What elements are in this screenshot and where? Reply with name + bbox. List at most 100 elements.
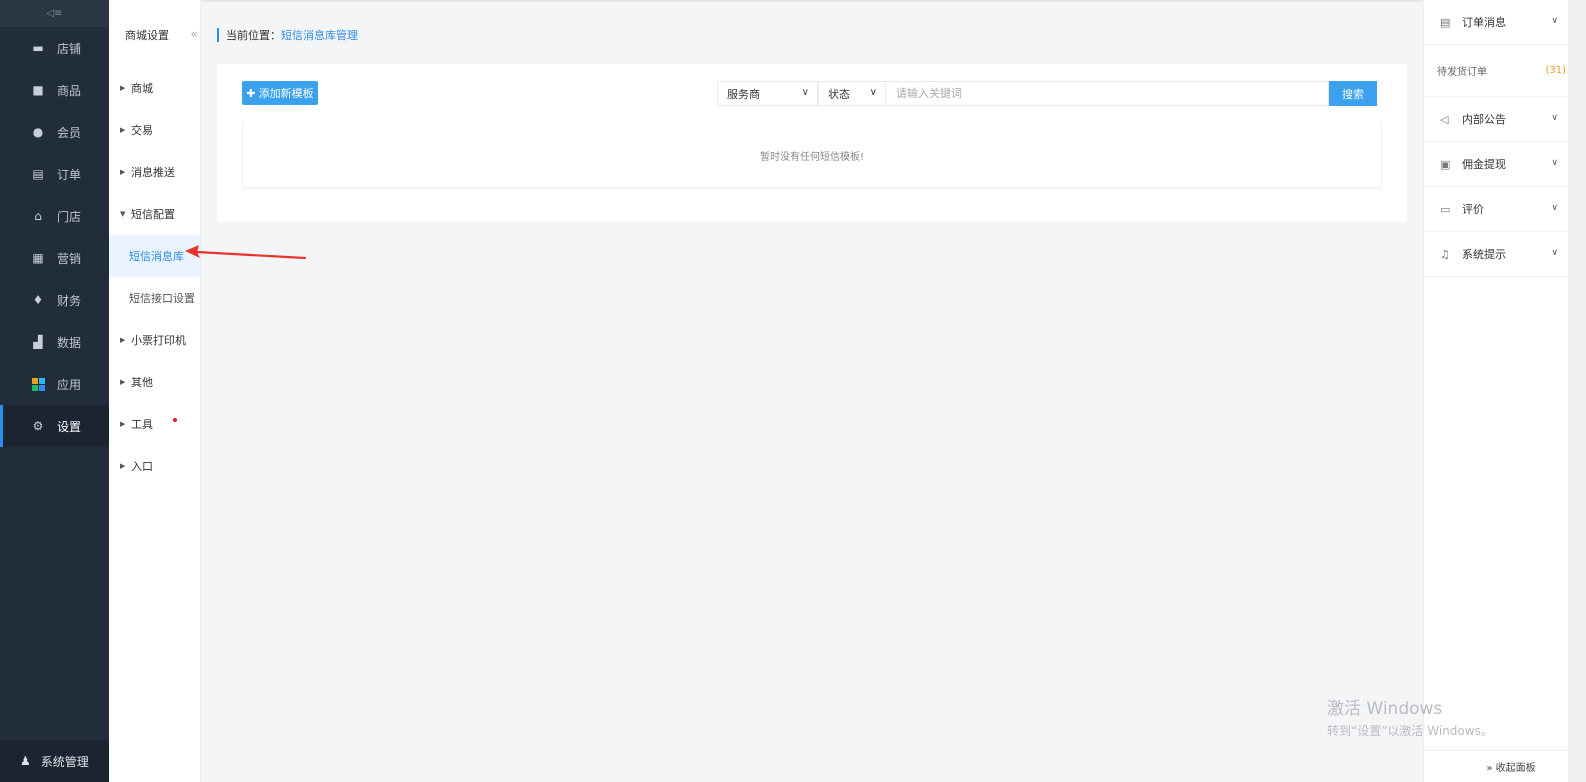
chevron-down-icon: ∨ — [869, 87, 877, 98]
bell-icon: ♫ — [1440, 247, 1450, 261]
member-icon: ● — [32, 125, 44, 139]
red-annotation-arrow — [185, 245, 307, 260]
status-select-value: 状态 — [828, 87, 850, 101]
submenu-group-entry[interactable]: ▶ 入口 — [109, 445, 200, 487]
admin-user-icon: ♟ — [20, 754, 31, 768]
submenu-group-label: 交易 — [131, 124, 153, 137]
windows-activation-watermark: 激活 Windows 转到“设置”以激活 Windows。 — [1327, 694, 1493, 739]
submenu-item-label: 短信接口设置 — [129, 292, 195, 305]
chevron-down-icon: ∨ — [1551, 248, 1558, 258]
chart-icon: ▟ — [33, 335, 43, 349]
nav-item-apps[interactable]: 应用 — [0, 363, 109, 405]
goods-icon: ■ — [32, 83, 44, 97]
nav-item-data[interactable]: ▟ 数据 — [0, 321, 109, 363]
chevron-down-icon: ∨ — [801, 87, 809, 98]
submenu-title: 商城设置 — [125, 29, 169, 42]
submenu-group-sms[interactable]: ▼ 短信配置 — [109, 193, 200, 235]
caret-down-icon: ▼ — [120, 210, 126, 218]
gift-icon: ▦ — [32, 251, 44, 265]
submenu-group-label: 消息推送 — [131, 166, 175, 179]
nav-item-settings[interactable]: ⚙ 设置 — [0, 405, 109, 447]
search-button[interactable]: 搜索 — [1329, 81, 1377, 106]
plus-icon: ✚ — [246, 86, 256, 100]
shop-icon: ⌂ — [34, 209, 42, 223]
template-panel: ✚添加新模板 服务商 ∨ 状态 ∨ 搜索 暂时没有任何短信模板! — [217, 64, 1407, 222]
nav-item-member[interactable]: ● 会员 — [0, 111, 109, 153]
pending-shipment-count: (31) — [1545, 65, 1566, 76]
nav-item-store[interactable]: ▬ 店铺 — [0, 27, 109, 69]
caret-right-icon: ▶ — [120, 168, 126, 176]
sidebar-collapse-button[interactable]: ◁≡ — [0, 0, 109, 27]
nav-label: 订单 — [57, 167, 82, 182]
nav-item-goods[interactable]: ■ 商品 — [0, 69, 109, 111]
page-scrollbar[interactable] — [1568, 0, 1586, 782]
submenu-group-push[interactable]: ▶ 消息推送 — [109, 151, 200, 193]
chevron-down-icon: ∨ — [1551, 158, 1558, 168]
keyword-search-input[interactable] — [885, 81, 1329, 106]
chevron-down-icon: ∨ — [1551, 16, 1558, 26]
provider-select-value: 服务商 — [727, 87, 760, 101]
pending-shipment-label: 待发货订单 — [1437, 67, 1487, 78]
submenu-group-tools[interactable]: ▶ 工具 — [109, 403, 200, 445]
nav-label: 设置 — [57, 419, 82, 434]
right-section-reviews[interactable]: ▭ 评价 ∨ — [1424, 187, 1568, 232]
settings-submenu: 商城设置 « ▶ 商城 ▶ 交易 ▶ 消息推送 ▼ 短信配置 短信消息库 短信接口设置 … — [109, 0, 201, 782]
nav-label: 数据 — [57, 335, 82, 350]
submenu-group-printer[interactable]: ▶ 小票打印机 — [109, 319, 200, 361]
nav-item-finance[interactable]: ♦ 财务 — [0, 279, 109, 321]
gear-icon: ⚙ — [32, 419, 44, 433]
right-section-commission[interactable]: ▣ 佣金提现 ∨ — [1424, 142, 1568, 187]
provider-select[interactable]: 服务商 ∨ — [717, 81, 818, 106]
double-chevron-left-icon[interactable]: « — [188, 24, 200, 44]
submenu-item-sms-api[interactable]: 短信接口设置 — [109, 277, 200, 319]
nav-item-shop[interactable]: ⌂ 门店 — [0, 195, 109, 237]
system-admin-button[interactable]: ♟ 系统管理 — [0, 740, 109, 782]
add-template-label: 添加新模板 — [258, 87, 314, 100]
breadcrumb-prefix: 当前位置： — [226, 29, 281, 42]
nav-item-marketing[interactable]: ▦ 营销 — [0, 237, 109, 279]
right-section-system-tips[interactable]: ♫ 系统提示 ∨ — [1424, 232, 1568, 277]
nav-label: 财务 — [57, 293, 82, 308]
submenu-group-label: 短信配置 — [131, 208, 175, 221]
comment-icon: ▭ — [1440, 202, 1451, 216]
caret-right-icon: ▶ — [120, 462, 126, 470]
main-content: 当前位置： 短信消息库管理 ✚添加新模板 服务商 ∨ 状态 ∨ 搜索 暂时没有任何短… — [201, 0, 1423, 782]
main-sidebar: ◁≡ ▬ 店铺 ■ 商品 ● 会员 ▤ 订单 ⌂ 门店 ▦ 营销 ♦ 财务 ▟ 数据 应用 ⚙ 设… — [0, 0, 109, 782]
submenu-group-label: 其他 — [131, 376, 153, 389]
nav-label: 门店 — [57, 209, 82, 224]
notification-dot — [173, 418, 177, 422]
right-section-label: 订单消息 — [1462, 16, 1506, 29]
right-section-label: 系统提示 — [1462, 248, 1506, 261]
apps-icon — [31, 377, 45, 391]
submenu-item-label: 短信消息库 — [129, 250, 184, 263]
caret-right-icon: ▶ — [120, 84, 126, 92]
caret-right-icon: ▶ — [120, 336, 126, 344]
submenu-group-other[interactable]: ▶ 其他 — [109, 361, 200, 403]
breadcrumb-current[interactable]: 短信消息库管理 — [281, 27, 358, 43]
store-icon: ▬ — [32, 41, 44, 55]
right-section-order-messages[interactable]: ▤ 订单消息 ∨ — [1424, 0, 1568, 45]
nav-item-order[interactable]: ▤ 订单 — [0, 153, 109, 195]
add-template-button[interactable]: ✚ 添加新模板 — [242, 81, 318, 105]
caret-right-icon: ▶ — [120, 378, 126, 386]
chevron-down-icon: ∨ — [1551, 113, 1558, 123]
megaphone-icon: ◁ — [1440, 112, 1449, 126]
submenu-header: 商城设置 « — [109, 0, 200, 70]
wallet-icon: ▣ — [1440, 157, 1451, 171]
submenu-group-mall[interactable]: ▶ 商城 — [109, 67, 200, 109]
system-admin-label: 系统管理 — [40, 754, 89, 769]
nav-label: 营销 — [57, 251, 82, 266]
collapse-panel-button[interactable]: » 收起面板 — [1424, 750, 1568, 782]
submenu-group-label: 小票打印机 — [131, 334, 186, 347]
clipboard-icon: ▤ — [1440, 15, 1451, 29]
submenu-group-trade[interactable]: ▶ 交易 — [109, 109, 200, 151]
caret-right-icon: ▶ — [120, 420, 126, 428]
watermark-line2: 转到“设置”以激活 Windows。 — [1327, 724, 1493, 738]
order-icon: ▤ — [32, 167, 44, 181]
pending-shipment-row[interactable]: 待发货订单 (31) — [1424, 45, 1568, 97]
right-section-announcements[interactable]: ◁ 内部公告 ∨ — [1424, 97, 1568, 142]
right-section-label: 佣金提现 — [1462, 158, 1506, 171]
submenu-group-label: 入口 — [131, 460, 153, 473]
right-section-label: 评价 — [1462, 203, 1484, 216]
status-select[interactable]: 状态 ∨ — [818, 81, 886, 106]
